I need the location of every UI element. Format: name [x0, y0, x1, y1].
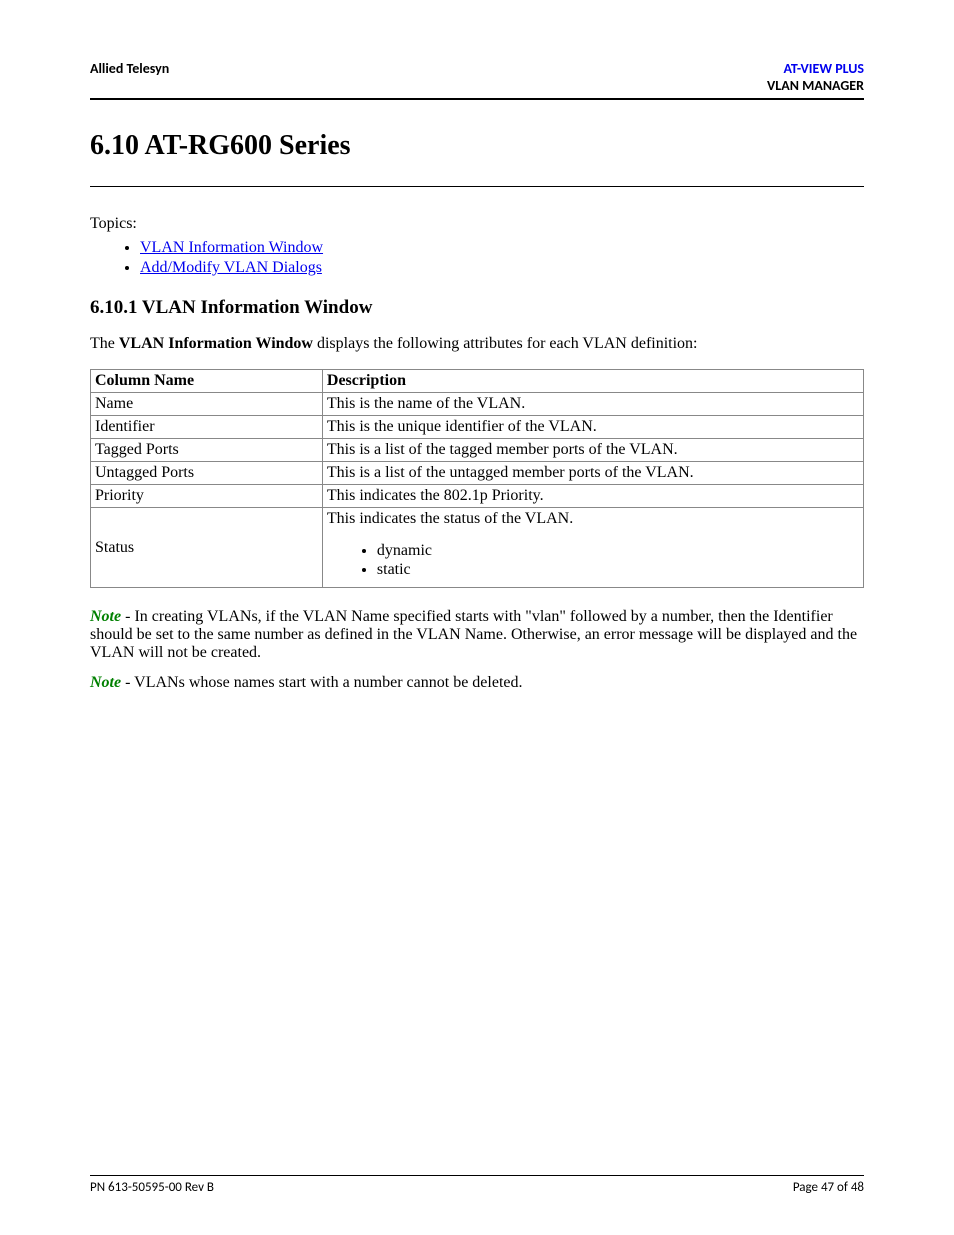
table-row: Tagged Ports This is a list of the tagge…	[91, 439, 864, 462]
cell-column-name: Priority	[91, 485, 323, 508]
page-footer: PN 613-50595-00 Rev B Page 47 of 48	[90, 1175, 864, 1195]
list-item: VLAN Information Window	[140, 239, 864, 257]
cell-column-name: Status	[91, 508, 323, 588]
table-row: Identifier This is the unique identifier…	[91, 416, 864, 439]
cell-description: This indicates the status of the VLAN. d…	[322, 508, 863, 588]
topics-label: Topics:	[90, 215, 864, 233]
note-2-text: - VLANs whose names start with a number …	[121, 674, 522, 691]
intro-text-pre: The	[90, 335, 119, 352]
vlan-attributes-table: Column Name Description Name This is the…	[90, 369, 864, 588]
note-1: Note - In creating VLANs, if the VLAN Na…	[90, 608, 864, 662]
page-header: Allied Telesyn AT-VIEW PLUS VLAN MANAGER	[90, 60, 864, 100]
note-1-text: - In creating VLANs, if the VLAN Name sp…	[90, 608, 857, 661]
intro-paragraph: The VLAN Information Window displays the…	[90, 335, 864, 353]
header-subtitle: VLAN MANAGER	[767, 77, 864, 94]
intro-bold: VLAN Information Window	[119, 335, 313, 352]
footer-right: Page 47 of 48	[793, 1180, 864, 1195]
cell-description: This is the unique identifier of the VLA…	[322, 416, 863, 439]
page: Allied Telesyn AT-VIEW PLUS VLAN MANAGER…	[0, 0, 954, 1235]
intro-text-post: displays the following attributes for ea…	[313, 335, 698, 352]
status-list: dynamic static	[327, 542, 859, 579]
cell-description: This is a list of the tagged member port…	[322, 439, 863, 462]
column-header: Column Name	[91, 370, 323, 393]
cell-description: This indicates the 802.1p Priority.	[322, 485, 863, 508]
status-intro: This indicates the status of the VLAN.	[327, 510, 573, 527]
link-vlan-info-window[interactable]: VLAN Information Window	[140, 239, 323, 256]
topics-list: VLAN Information Window Add/Modify VLAN …	[90, 239, 864, 277]
section-rule	[90, 186, 864, 187]
section-title: 6.10 AT-RG600 Series	[90, 130, 864, 162]
link-add-modify-vlan[interactable]: Add/Modify VLAN Dialogs	[140, 259, 322, 276]
cell-column-name: Name	[91, 393, 323, 416]
header-right: AT-VIEW PLUS VLAN MANAGER	[767, 60, 864, 94]
list-item: static	[377, 561, 859, 579]
cell-description: This is the name of the VLAN.	[322, 393, 863, 416]
header-brand: AT-VIEW PLUS	[784, 60, 864, 77]
header-left: Allied Telesyn	[90, 60, 169, 77]
table-row: Untagged Ports This is a list of the unt…	[91, 462, 864, 485]
table-row: Status This indicates the status of the …	[91, 508, 864, 588]
note-label: Note	[90, 674, 121, 691]
note-2: Note - VLANs whose names start with a nu…	[90, 674, 864, 692]
cell-column-name: Untagged Ports	[91, 462, 323, 485]
cell-column-name: Identifier	[91, 416, 323, 439]
note-label: Note	[90, 608, 121, 625]
list-item: Add/Modify VLAN Dialogs	[140, 259, 864, 277]
table-row: Name This is the name of the VLAN.	[91, 393, 864, 416]
table-row: Priority This indicates the 802.1p Prior…	[91, 485, 864, 508]
subsection-title: 6.10.1 VLAN Information Window	[90, 297, 864, 319]
list-item: dynamic	[377, 542, 859, 560]
footer-left: PN 613-50595-00 Rev B	[90, 1180, 214, 1195]
table-header-row: Column Name Description	[91, 370, 864, 393]
cell-column-name: Tagged Ports	[91, 439, 323, 462]
cell-description: This is a list of the untagged member po…	[322, 462, 863, 485]
column-header: Description	[322, 370, 863, 393]
